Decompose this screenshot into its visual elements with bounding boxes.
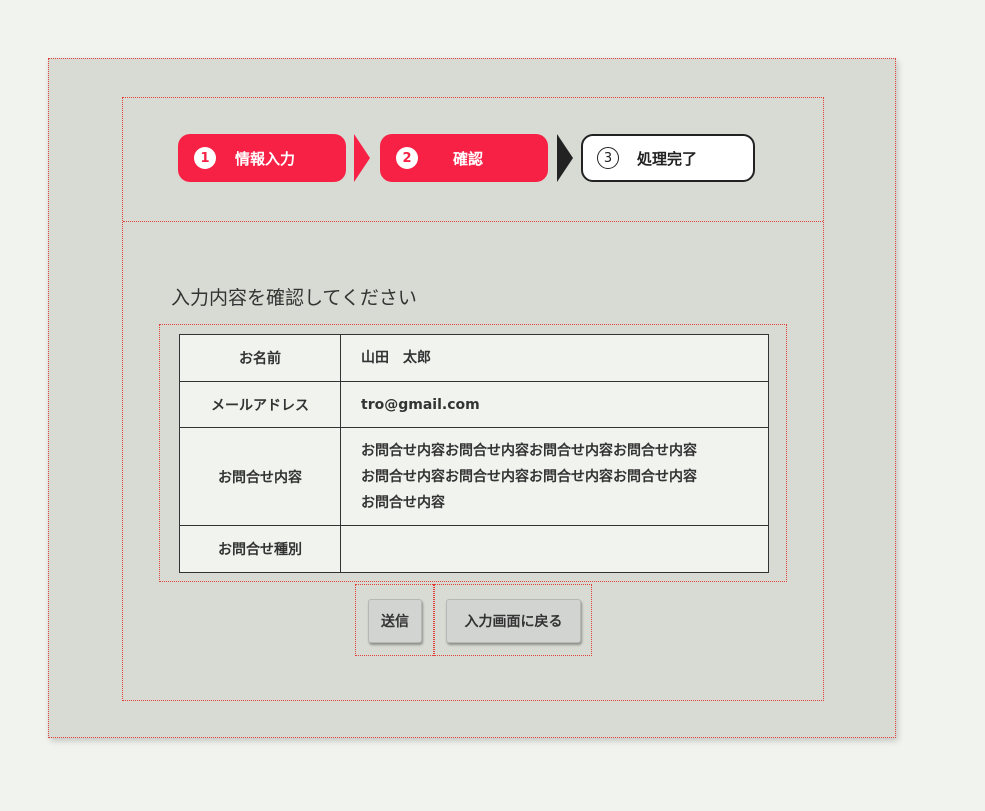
- step-label-input: 情報入力: [235, 149, 296, 168]
- row-value-name: 山田 太郎: [340, 334, 769, 382]
- back-button-wrapper: 入力画面に戻る: [433, 584, 592, 656]
- table-row: お名前 山田 太郎: [179, 334, 769, 382]
- table-row: メールアドレス tro@gmail.com: [179, 381, 769, 428]
- row-label-name: お名前: [179, 334, 341, 382]
- inquiry-line: お問合せ内容: [361, 494, 445, 511]
- submit-button-wrapper: 送信: [355, 584, 435, 656]
- step-confirm: 2 確認: [380, 134, 548, 182]
- step-number-3: 3: [597, 147, 619, 169]
- row-value-email: tro@gmail.com: [340, 381, 769, 428]
- step-label-confirm: 確認: [453, 149, 484, 168]
- submit-button[interactable]: 送信: [368, 599, 422, 643]
- confirm-table-wrapper: お名前 山田 太郎 メールアドレス tro@gmail.com お問合せ内容 お…: [159, 324, 787, 582]
- page-title: 入力内容を確認してください: [171, 287, 417, 309]
- inquiry-line: お問合せ内容お問合せ内容お問合せ内容お問合せ内容: [361, 442, 697, 459]
- step-arrow-icon: [557, 134, 573, 182]
- step-number-2: 2: [396, 147, 418, 169]
- step-label-complete: 処理完了: [637, 149, 698, 168]
- step-indicator: 1 情報入力 2 確認 3 処理完了: [123, 98, 823, 222]
- row-value-inquiry: お問合せ内容お問合せ内容お問合せ内容お問合せ内容 お問合せ内容お問合せ内容お問合…: [340, 427, 769, 526]
- step-complete: 3 処理完了: [581, 134, 755, 182]
- form-container: 1 情報入力 2 確認 3 処理完了 入力内容を確認してください お名前 山田 …: [48, 58, 896, 738]
- row-label-email: メールアドレス: [179, 381, 341, 428]
- table-row: お問合せ種別: [179, 525, 769, 573]
- step-number-1: 1: [194, 147, 216, 169]
- confirm-table: お名前 山田 太郎 メールアドレス tro@gmail.com お問合せ内容 お…: [179, 334, 769, 573]
- step-arrow-icon: [354, 134, 370, 182]
- row-label-inquiry: お問合せ内容: [179, 427, 341, 526]
- table-row: お問合せ内容 お問合せ内容お問合せ内容お問合せ内容お問合せ内容 お問合せ内容お問…: [179, 427, 769, 526]
- back-to-input-button[interactable]: 入力画面に戻る: [446, 599, 581, 643]
- row-label-category: お問合せ種別: [179, 525, 341, 573]
- inquiry-line: お問合せ内容お問合せ内容お問合せ内容お問合せ内容: [361, 468, 697, 485]
- row-value-category: [340, 525, 769, 573]
- form-panel: 1 情報入力 2 確認 3 処理完了 入力内容を確認してください お名前 山田 …: [122, 97, 824, 701]
- step-input: 1 情報入力: [178, 134, 346, 182]
